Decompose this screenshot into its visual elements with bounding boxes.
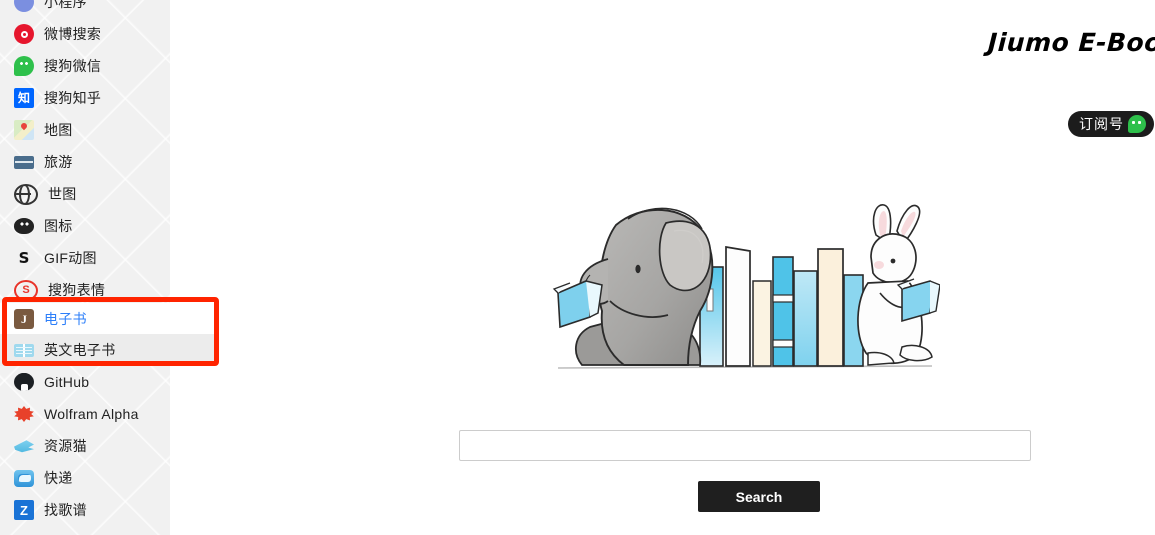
open-book-icon [14, 343, 34, 357]
sogou-emoji-icon: S [14, 279, 38, 301]
sidebar-item-label: 微博搜索 [44, 26, 102, 42]
sidebar-item-label: 快递 [44, 470, 73, 486]
sidebar-item-label: GitHub [44, 374, 90, 390]
search-input[interactable] [459, 430, 1031, 461]
zhihu-icon: 知 [14, 88, 34, 108]
sidebar-item-label: Wolfram Alpha [44, 406, 139, 422]
highlight-row-backdrop-bottom [170, 334, 215, 361]
sidebar-item-6[interactable]: 世图 [0, 178, 170, 210]
main-content: Jiumo E-Book Sea 订阅号 [170, 0, 1155, 535]
sidebar-item-0[interactable]: 小程序 [0, 0, 170, 18]
panda-icon [14, 218, 34, 234]
find-score-icon: Z [14, 500, 34, 520]
sidebar-item-label: 图标 [44, 218, 73, 234]
page-title: Jiumo E-Book Sea [987, 28, 1155, 57]
subscribe-badge-label: 订阅号 [1079, 116, 1124, 132]
sidebar-item-8[interactable]: S GIF动图 [0, 242, 170, 274]
subscribe-badge[interactable]: 订阅号 [1068, 111, 1154, 137]
mini-program-icon [14, 0, 34, 12]
sidebar-item-label: GIF动图 [44, 250, 97, 266]
sidebar-item-3[interactable]: 知搜狗知乎 [0, 82, 170, 114]
sidebar-item-label: 搜狗微信 [44, 58, 102, 74]
sidebar-item-16[interactable]: Z 找歌谱 [0, 494, 170, 526]
sidebar-item-label: 小程序 [44, 0, 87, 10]
sidebar-item-14[interactable]: 资源猫 [0, 430, 170, 462]
sidebar-item-12[interactable]: GitHub [0, 366, 170, 398]
wechat-icon [1128, 115, 1146, 133]
weibo-icon [14, 24, 34, 44]
wolfram-icon [14, 406, 34, 422]
sidebar-item-15[interactable]: 快递 [0, 462, 170, 494]
sidebar-item-9[interactable]: S 搜狗表情 [0, 274, 170, 306]
jiumo-book-icon: J [14, 309, 34, 329]
sidebar-item-13[interactable]: Wolfram Alpha [0, 398, 170, 430]
sidebar-item-10[interactable]: J 电子书 [0, 303, 170, 335]
suitcase-icon [14, 155, 34, 169]
globe-icon [14, 183, 38, 205]
map-icon [14, 120, 34, 140]
elephant-books-rabbit-illustration [550, 185, 941, 390]
sidebar-item-label: 资源猫 [44, 438, 87, 454]
sidebar-item-7[interactable]: 图标 [0, 210, 170, 242]
sidebar-item-2[interactable]: 搜狗微信 [0, 50, 170, 82]
search-button[interactable]: Search [698, 481, 820, 512]
sidebar-item-label: 世图 [48, 186, 77, 202]
express-icon [14, 469, 34, 487]
resource-cat-icon [14, 440, 34, 453]
sidebar-item-label: 英文电子书 [44, 342, 116, 358]
sidebar-item-label: 旅游 [44, 154, 73, 170]
sidebar-item-label: 搜狗表情 [48, 282, 106, 298]
sidebar-item-5[interactable]: 旅游 [0, 146, 170, 178]
wechat-icon [14, 56, 34, 76]
sidebar-item-label: 搜狗知乎 [44, 90, 102, 106]
sidebar-item-label: 电子书 [44, 311, 87, 327]
gif-icon: S [18, 248, 30, 267]
sidebar-navigation: 小程序 微博搜索 搜狗微信知搜狗知乎 地图 旅游 世图 图标 S GIF动图 S 搜狗表情 J 电子书英… [0, 0, 170, 535]
sidebar-item-11[interactable]: 英文电子书 [0, 334, 170, 366]
sidebar-item-label: 地图 [44, 122, 73, 138]
sidebar-item-label: 找歌谱 [44, 502, 87, 518]
sidebar-item-1[interactable]: 微博搜索 [0, 18, 170, 50]
sidebar-item-4[interactable]: 地图 [0, 114, 170, 146]
github-icon [14, 373, 34, 391]
